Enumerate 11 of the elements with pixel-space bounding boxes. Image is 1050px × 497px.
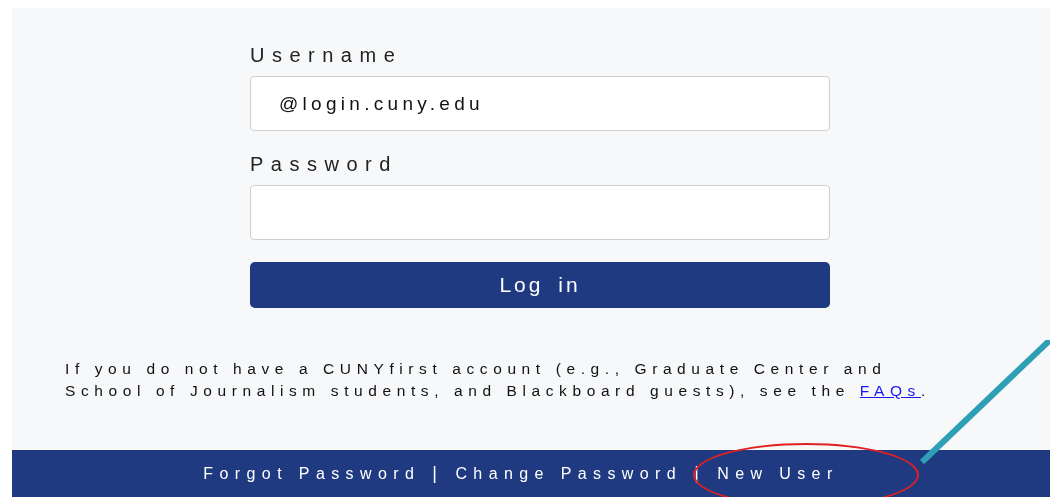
- login-button[interactable]: Log in: [250, 262, 830, 308]
- username-field[interactable]: @login.cuny.edu: [250, 76, 830, 131]
- footer-link[interactable]: New User: [717, 464, 839, 483]
- separator: |: [432, 463, 444, 484]
- faqs-link[interactable]: FAQs: [859, 382, 921, 399]
- password-field[interactable]: [250, 185, 830, 240]
- footer-link[interactable]: Change Password: [455, 464, 683, 483]
- username-label: Username: [250, 44, 404, 66]
- password-label: Password: [250, 153, 399, 175]
- footer-link[interactable]: Forgot Password: [203, 464, 421, 483]
- account-notice: If you do not have a CUNYfirst account (e.g., Graduate Center and School of Journalism students, and Blackboard guests), see the FAQs.: [65, 359, 932, 401]
